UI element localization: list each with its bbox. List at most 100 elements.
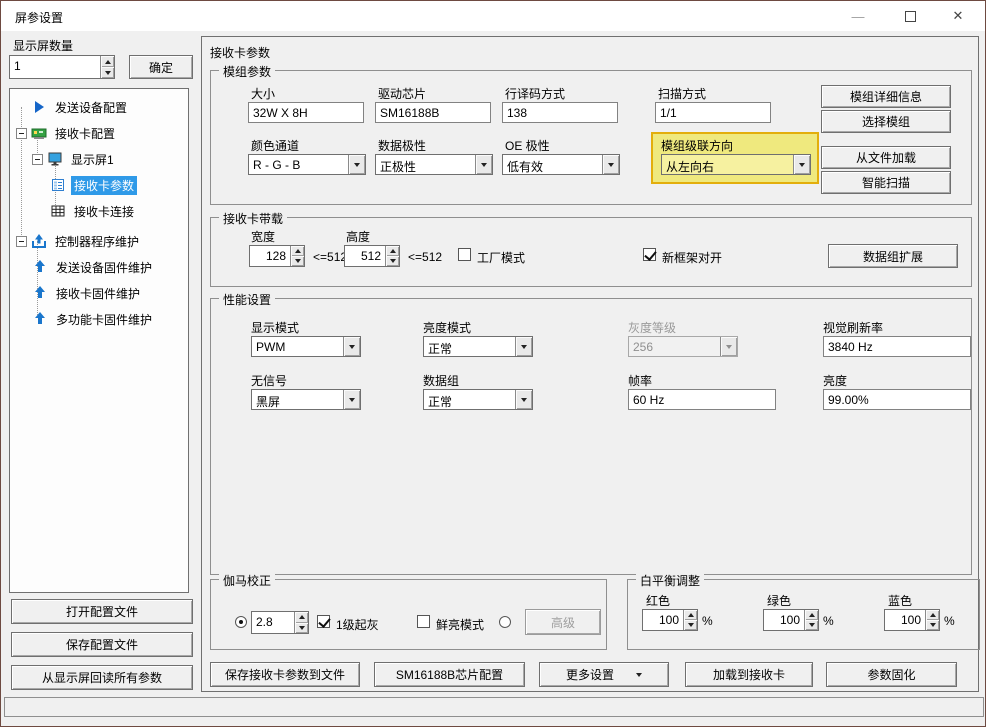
- open-config-file-button[interactable]: 打开配置文件: [11, 599, 193, 624]
- factory-mode-checkbox[interactable]: [458, 248, 471, 261]
- card-capacity-group-title: 接收卡带载: [219, 210, 287, 227]
- advanced-gamma-radio[interactable]: [499, 616, 511, 628]
- tree-item-receiver-card-params[interactable]: 接收卡参数: [10, 172, 188, 198]
- blue-stepper[interactable]: 100: [884, 609, 940, 631]
- readback-params-button[interactable]: 从显示屏回读所有参数: [11, 665, 193, 690]
- height-stepper[interactable]: 512: [344, 245, 400, 267]
- tree-item-multifunction-card-firmware[interactable]: 多功能卡固件维护: [10, 306, 188, 332]
- save-config-file-button[interactable]: 保存配置文件: [11, 632, 193, 657]
- chevron-down-icon[interactable]: [793, 155, 810, 174]
- stepper-up-icon[interactable]: [294, 612, 308, 623]
- upload-box-icon: [31, 233, 47, 249]
- chevron-down-icon[interactable]: [515, 337, 532, 356]
- stepper-up-icon[interactable]: [683, 610, 697, 620]
- green-unit-label: %: [823, 614, 834, 628]
- stepper-down-icon[interactable]: [290, 256, 304, 266]
- chevron-down-icon[interactable]: [475, 155, 492, 174]
- data-group-expand-button[interactable]: 数据组扩展: [828, 244, 958, 268]
- green-stepper[interactable]: 100: [763, 609, 819, 631]
- tree-item-controller-maintenance[interactable]: 控制器程序维护: [10, 228, 188, 254]
- load-from-file-button[interactable]: 从文件加载: [821, 146, 951, 169]
- stepper-down-icon[interactable]: [294, 623, 308, 634]
- data-group-select[interactable]: 正常: [423, 389, 533, 410]
- card-icon: [31, 125, 47, 141]
- cascade-direction-select[interactable]: 从左向右: [661, 154, 811, 175]
- more-settings-button[interactable]: 更多设置: [539, 662, 669, 687]
- gamma-group-title: 伽马校正: [219, 572, 275, 589]
- color-channel-select[interactable]: R - G - B: [248, 154, 366, 175]
- stepper-down-icon[interactable]: [385, 256, 399, 266]
- collapse-icon[interactable]: [16, 128, 27, 139]
- blue-label: 蓝色: [888, 592, 912, 609]
- oe-polarity-label: OE 极性: [505, 137, 550, 154]
- smart-scan-button[interactable]: 智能扫描: [821, 171, 951, 194]
- selected-tree-item-label: 接收卡参数: [71, 176, 137, 195]
- row-decode-field: 138: [502, 102, 618, 123]
- clipboard-icon: [50, 177, 66, 193]
- stepper-down-icon[interactable]: [925, 620, 939, 630]
- stepper-down-icon[interactable]: [683, 620, 697, 630]
- tree-item-receiver-card-config[interactable]: 接收卡配置: [10, 120, 188, 146]
- new-frame-checkbox[interactable]: [643, 248, 656, 261]
- confirm-button[interactable]: 确定: [129, 55, 193, 79]
- display-count-stepper[interactable]: 1: [9, 55, 115, 79]
- chevron-down-icon: [720, 337, 737, 356]
- navigation-tree: 发送设备配置 接收卡配置 显示屏1 接收卡参数 接收卡连接 控制器程序维护 发送…: [9, 88, 189, 593]
- performance-group-title: 性能设置: [219, 291, 275, 308]
- tree-item-send-device-config[interactable]: 发送设备配置: [10, 94, 188, 120]
- module-params-group: 模组参数 大小 32W X 8H 驱动芯片 SM16188B 行译码方式 138…: [210, 70, 972, 205]
- size-field: 32W X 8H: [248, 102, 364, 123]
- status-bar: [4, 697, 984, 717]
- gamma-correction-group: 伽马校正 2.8 1级起灰 鲜亮模式 高级: [210, 579, 607, 650]
- stepper-down-icon[interactable]: [100, 67, 114, 78]
- stepper-down-icon[interactable]: [804, 620, 818, 630]
- cascade-direction-label: 模组级联方向: [661, 137, 733, 154]
- brightness-mode-select[interactable]: 正常: [423, 336, 533, 357]
- stepper-up-icon[interactable]: [385, 246, 399, 256]
- height-limit-hint: <=512: [408, 250, 442, 264]
- chevron-down-icon[interactable]: [515, 390, 532, 409]
- module-detail-button[interactable]: 模组详细信息: [821, 85, 951, 108]
- vivid-mode-label: 鲜亮模式: [436, 616, 484, 633]
- select-module-button[interactable]: 选择模组: [821, 110, 951, 133]
- minimize-button[interactable]: —: [835, 1, 881, 31]
- stepper-up-icon[interactable]: [100, 56, 114, 67]
- red-label: 红色: [646, 592, 670, 609]
- display-mode-select[interactable]: PWM: [251, 336, 361, 357]
- chevron-down-icon[interactable]: [343, 390, 360, 409]
- load-to-card-button[interactable]: 加载到接收卡: [685, 662, 813, 687]
- driver-chip-field: SM16188B: [375, 102, 491, 123]
- gray-start-checkbox[interactable]: [317, 615, 330, 628]
- red-stepper[interactable]: 100: [642, 609, 698, 631]
- chevron-down-icon[interactable]: [348, 155, 365, 174]
- stepper-up-icon[interactable]: [804, 610, 818, 620]
- grid-icon: [50, 203, 66, 219]
- solidify-params-button[interactable]: 参数固化: [826, 662, 957, 687]
- close-icon: ✕: [953, 8, 964, 24]
- no-signal-select[interactable]: 黑屏: [251, 389, 361, 410]
- tree-item-send-device-firmware[interactable]: 发送设备固件维护: [10, 254, 188, 280]
- stepper-up-icon[interactable]: [290, 246, 304, 256]
- width-limit-hint: <=512: [313, 250, 347, 264]
- tree-item-receiver-card-firmware[interactable]: 接收卡固件维护: [10, 280, 188, 306]
- maximize-button[interactable]: [887, 1, 933, 31]
- stepper-up-icon[interactable]: [925, 610, 939, 620]
- brightness-mode-label: 亮度模式: [423, 319, 471, 336]
- collapse-icon[interactable]: [16, 236, 27, 247]
- close-button[interactable]: ✕: [935, 1, 981, 31]
- chip-config-button[interactable]: SM16188B芯片配置: [374, 662, 525, 687]
- collapse-icon[interactable]: [32, 154, 43, 165]
- save-params-to-file-button[interactable]: 保存接收卡参数到文件: [210, 662, 360, 687]
- oe-polarity-select[interactable]: 低有效: [502, 154, 620, 175]
- display-count-value: 1: [14, 59, 21, 73]
- gamma-value-radio[interactable]: [235, 616, 247, 628]
- vivid-mode-checkbox[interactable]: [417, 615, 430, 628]
- width-stepper[interactable]: 128: [249, 245, 305, 267]
- gamma-stepper[interactable]: 2.8: [251, 611, 309, 634]
- title-bar: 屏参设置 — ✕: [1, 1, 985, 31]
- chevron-down-icon[interactable]: [602, 155, 619, 174]
- tree-item-display1[interactable]: 显示屏1: [10, 146, 188, 172]
- data-polarity-select[interactable]: 正极性: [375, 154, 493, 175]
- chevron-down-icon[interactable]: [343, 337, 360, 356]
- tree-item-receiver-card-connection[interactable]: 接收卡连接: [10, 198, 188, 224]
